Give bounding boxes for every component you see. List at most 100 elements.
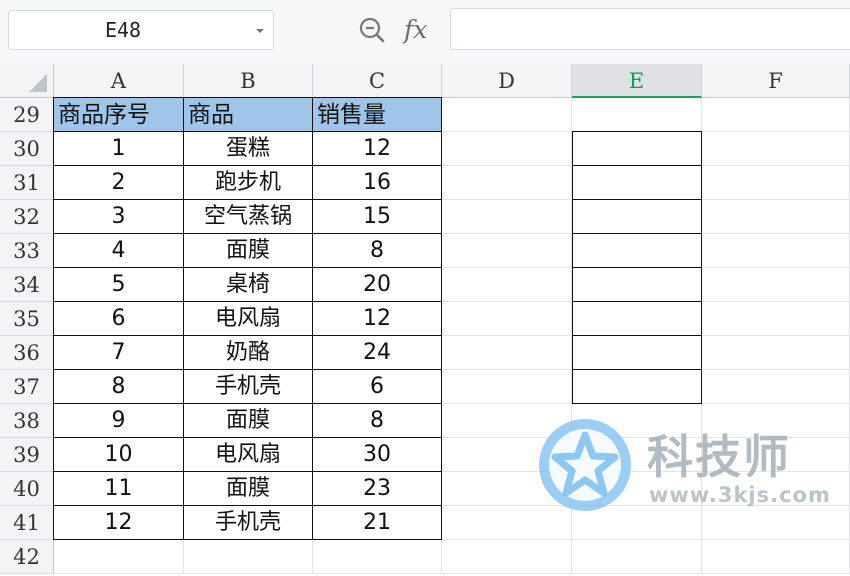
column-header-c[interactable]: C xyxy=(313,64,442,98)
cell-c39[interactable]: 30 xyxy=(313,438,442,472)
cell-b30[interactable]: 蛋糕 xyxy=(184,132,313,166)
row-header-42[interactable]: 42 xyxy=(0,540,54,574)
row-header-39[interactable]: 39 xyxy=(0,438,54,472)
cell-f34[interactable] xyxy=(702,268,850,302)
cell-d42[interactable] xyxy=(442,540,572,574)
cell-f36[interactable] xyxy=(702,336,850,370)
cell-c33[interactable]: 8 xyxy=(313,234,442,268)
cell-f42[interactable] xyxy=(702,540,850,574)
cell-c29[interactable]: 销售量 xyxy=(313,98,442,132)
cell-b31[interactable]: 跑步机 xyxy=(184,166,313,200)
cell-a38[interactable]: 9 xyxy=(54,404,184,438)
cell-b40[interactable]: 面膜 xyxy=(184,472,313,506)
cell-f33[interactable] xyxy=(702,234,850,268)
cell-a36[interactable]: 7 xyxy=(54,336,184,370)
cell-d31[interactable] xyxy=(442,166,572,200)
cell-a30[interactable]: 1 xyxy=(54,132,184,166)
select-all-corner[interactable] xyxy=(0,64,54,98)
empty-bordered-cell[interactable] xyxy=(572,335,702,370)
cell-b32[interactable]: 空气蒸锅 xyxy=(184,200,313,234)
column-header-a[interactable]: A xyxy=(54,64,184,98)
empty-bordered-cell[interactable] xyxy=(572,131,702,166)
cell-b37[interactable]: 手机壳 xyxy=(184,370,313,404)
cell-a32[interactable]: 3 xyxy=(54,200,184,234)
cell-a40[interactable]: 11 xyxy=(54,472,184,506)
empty-bordered-cell[interactable] xyxy=(572,267,702,302)
cell-c36[interactable]: 24 xyxy=(313,336,442,370)
cell-c35[interactable]: 12 xyxy=(313,302,442,336)
cell-f32[interactable] xyxy=(702,200,850,234)
cell-b42[interactable] xyxy=(184,540,313,574)
empty-bordered-cell[interactable] xyxy=(572,301,702,336)
cell-c40[interactable]: 23 xyxy=(313,472,442,506)
fx-icon[interactable]: fx xyxy=(404,14,436,46)
cell-d30[interactable] xyxy=(442,132,572,166)
cell-b38[interactable]: 面膜 xyxy=(184,404,313,438)
cell-b33[interactable]: 面膜 xyxy=(184,234,313,268)
cell-c37[interactable]: 6 xyxy=(313,370,442,404)
cell-a29[interactable]: 商品序号 xyxy=(54,98,184,132)
cell-c41[interactable]: 21 xyxy=(313,506,442,540)
cell-b35[interactable]: 电风扇 xyxy=(184,302,313,336)
cell-e42[interactable] xyxy=(572,540,702,574)
empty-bordered-cell[interactable] xyxy=(572,233,702,268)
cell-d37[interactable] xyxy=(442,370,572,404)
cell-c30[interactable]: 12 xyxy=(313,132,442,166)
row-header-30[interactable]: 30 xyxy=(0,132,54,166)
cell-c31[interactable]: 16 xyxy=(313,166,442,200)
cell-f37[interactable] xyxy=(702,370,850,404)
cell-c42[interactable] xyxy=(313,540,442,574)
cell-a31[interactable]: 2 xyxy=(54,166,184,200)
cell-a42[interactable] xyxy=(54,540,184,574)
row-header-41[interactable]: 41 xyxy=(0,506,54,540)
cell-f30[interactable] xyxy=(702,132,850,166)
chevron-down-icon[interactable] xyxy=(253,24,267,38)
row-header-35[interactable]: 35 xyxy=(0,302,54,336)
cell-d33[interactable] xyxy=(442,234,572,268)
cell-b36[interactable]: 奶酪 xyxy=(184,336,313,370)
empty-bordered-cell[interactable] xyxy=(572,165,702,200)
row-header-31[interactable]: 31 xyxy=(0,166,54,200)
column-header-d[interactable]: D xyxy=(442,64,572,98)
column-header-e[interactable]: E xyxy=(572,64,702,98)
cell-b41[interactable]: 手机壳 xyxy=(184,506,313,540)
cell-b29[interactable]: 商品 xyxy=(184,98,313,132)
cell-d32[interactable] xyxy=(442,200,572,234)
cell-a37[interactable]: 8 xyxy=(54,370,184,404)
cell-d36[interactable] xyxy=(442,336,572,370)
cell-a39[interactable]: 10 xyxy=(54,438,184,472)
row-header-37[interactable]: 37 xyxy=(0,370,54,404)
cell-f31[interactable] xyxy=(702,166,850,200)
cell-e29[interactable] xyxy=(572,98,702,132)
formula-input[interactable] xyxy=(450,8,850,50)
row-header-33[interactable]: 33 xyxy=(0,234,54,268)
row-header-32[interactable]: 32 xyxy=(0,200,54,234)
cell-f35[interactable] xyxy=(702,302,850,336)
cell-d29[interactable] xyxy=(442,98,572,132)
name-box-value: E48 xyxy=(104,18,142,42)
cell-c34[interactable]: 20 xyxy=(313,268,442,302)
row-header-40[interactable]: 40 xyxy=(0,472,54,506)
row-header-38[interactable]: 38 xyxy=(0,404,54,438)
cell-a33[interactable]: 4 xyxy=(54,234,184,268)
watermark-url: www.3kjs.com xyxy=(649,483,831,507)
cell-b34[interactable]: 桌椅 xyxy=(184,268,313,302)
cell-d34[interactable] xyxy=(442,268,572,302)
zoom-out-icon[interactable] xyxy=(357,15,387,45)
cell-a34[interactable]: 5 xyxy=(54,268,184,302)
column-header-b[interactable]: B xyxy=(184,64,313,98)
cell-f29[interactable] xyxy=(702,98,850,132)
cell-c32[interactable]: 15 xyxy=(313,200,442,234)
empty-bordered-cell[interactable] xyxy=(572,369,702,404)
row-header-29[interactable]: 29 xyxy=(0,98,54,132)
cell-a41[interactable]: 12 xyxy=(54,506,184,540)
name-box[interactable]: E48 xyxy=(8,10,274,50)
row-header-36[interactable]: 36 xyxy=(0,336,54,370)
cell-d35[interactable] xyxy=(442,302,572,336)
cell-c38[interactable]: 8 xyxy=(313,404,442,438)
cell-a35[interactable]: 6 xyxy=(54,302,184,336)
empty-bordered-cell[interactable] xyxy=(572,199,702,234)
cell-b39[interactable]: 电风扇 xyxy=(184,438,313,472)
column-header-f[interactable]: F xyxy=(702,64,850,98)
row-header-34[interactable]: 34 xyxy=(0,268,54,302)
